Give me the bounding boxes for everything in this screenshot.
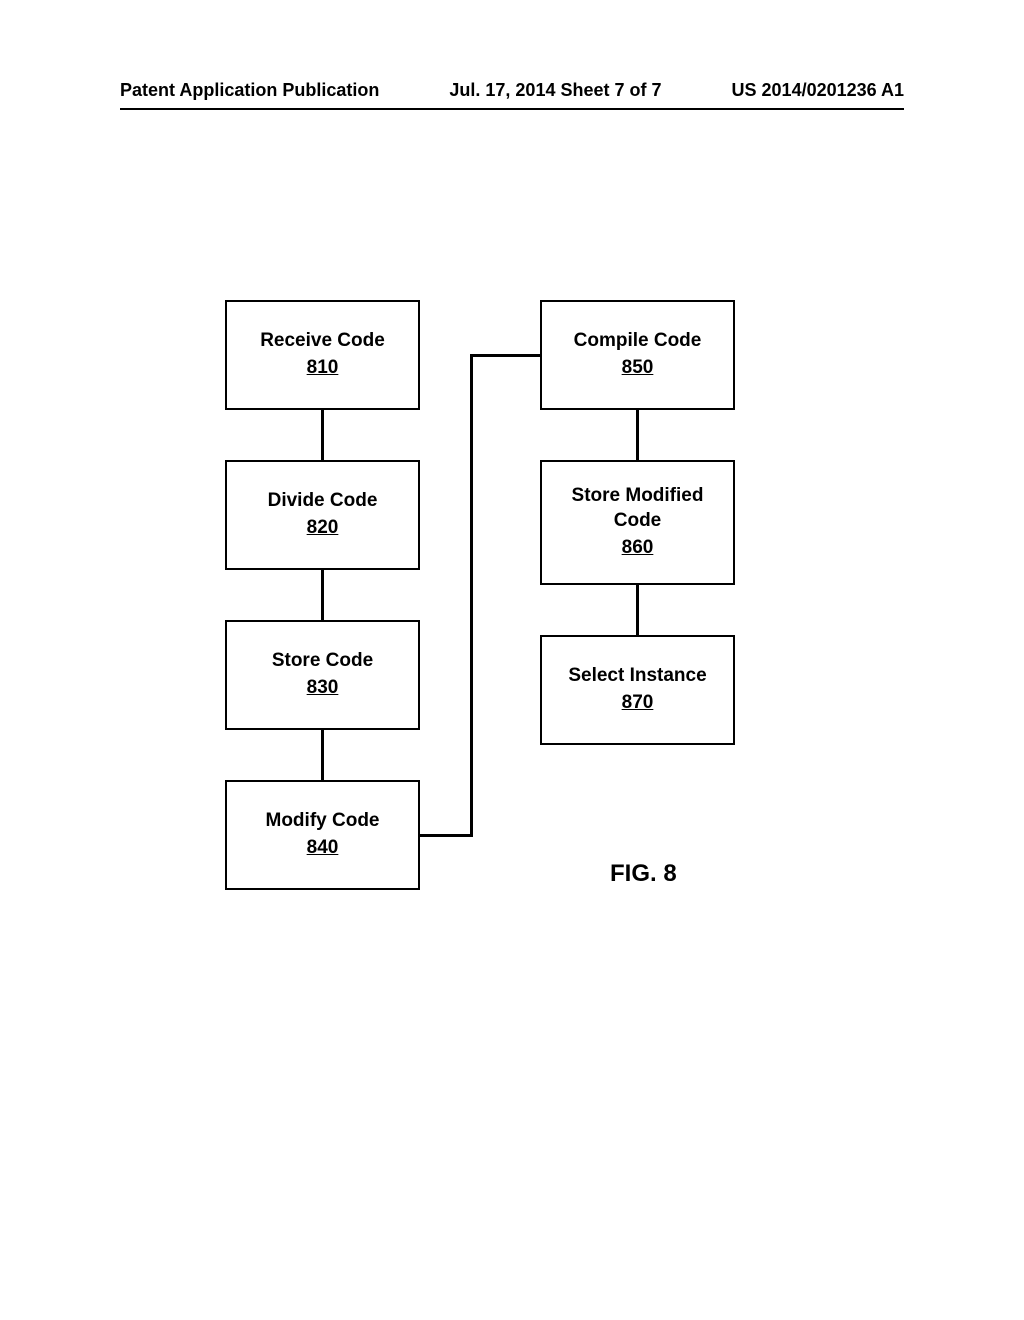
box-title: Modify Code: [266, 809, 380, 834]
box-number: 830: [307, 676, 339, 701]
box-title: Divide Code: [268, 489, 378, 514]
box-receive-code: Receive Code 810: [225, 300, 420, 410]
connector-810-820: [321, 410, 324, 460]
box-number: 810: [307, 356, 339, 381]
connector-820-830: [321, 570, 324, 620]
box-store-modified-code: Store Modified Code 860: [540, 460, 735, 585]
flowchart-diagram: Receive Code 810 Divide Code 820 Store C…: [0, 300, 1024, 1000]
connector-860-870: [636, 585, 639, 635]
box-select-instance: Select Instance 870: [540, 635, 735, 745]
box-title: Store Code: [272, 649, 373, 674]
header-divider: [120, 108, 904, 110]
connector-840-850-h2: [470, 354, 540, 357]
box-number: 840: [307, 836, 339, 861]
box-modify-code: Modify Code 840: [225, 780, 420, 890]
box-title: Select Instance: [568, 664, 706, 689]
box-title: Receive Code: [260, 329, 385, 354]
header-patent-number: US 2014/0201236 A1: [732, 80, 904, 101]
header-publication: Patent Application Publication: [120, 80, 379, 101]
connector-850-860: [636, 410, 639, 460]
box-number: 860: [622, 536, 654, 561]
header-date-sheet: Jul. 17, 2014 Sheet 7 of 7: [449, 80, 661, 101]
connector-840-850-h1: [420, 834, 472, 837]
box-number: 870: [622, 691, 654, 716]
box-title-line1: Store Modified: [572, 484, 704, 509]
box-number: 850: [622, 356, 654, 381]
box-compile-code: Compile Code 850: [540, 300, 735, 410]
box-title: Compile Code: [574, 329, 702, 354]
figure-label: FIG. 8: [610, 860, 677, 888]
page-header: Patent Application Publication Jul. 17, …: [0, 80, 1024, 101]
connector-830-840: [321, 730, 324, 780]
box-title-line2: Code: [614, 509, 662, 534]
box-divide-code: Divide Code 820: [225, 460, 420, 570]
box-number: 820: [307, 516, 339, 541]
connector-840-850-v: [470, 354, 473, 837]
box-store-code: Store Code 830: [225, 620, 420, 730]
